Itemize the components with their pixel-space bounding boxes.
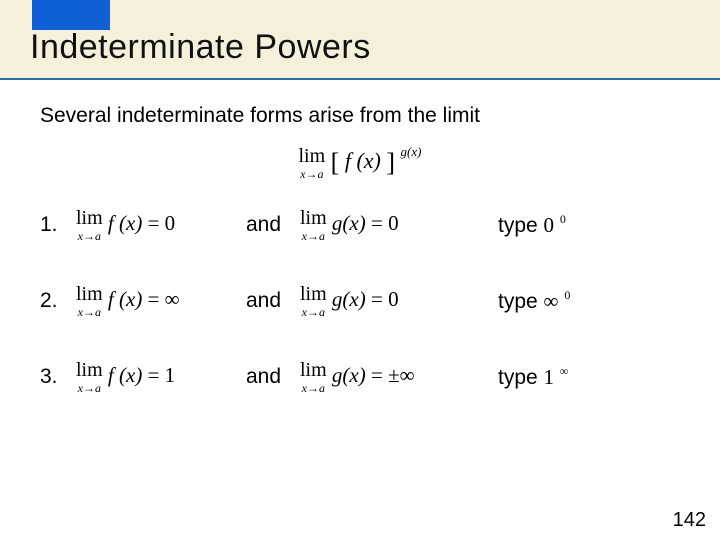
g-expr: g(x) <box>332 211 366 235</box>
content-body: Several indeterminate forms arise from t… <box>0 80 720 394</box>
and-label: and <box>246 289 300 313</box>
type-exp: ∞ <box>560 364 569 378</box>
f-expr: f (x) <box>108 287 142 311</box>
lim-label: lim <box>76 284 103 304</box>
lim-label: lim <box>76 360 103 380</box>
row-number: 2. <box>40 289 76 313</box>
case-row: 1. lim x→a f (x) = 0 and lim x→a g(x) = … <box>40 208 680 242</box>
f-expr: f (x) <box>108 363 142 387</box>
lim-under: x→a <box>299 168 326 180</box>
row-number: 1. <box>40 213 76 237</box>
lim-under: x→a <box>76 230 103 242</box>
g-expr: g(x) <box>332 287 366 311</box>
type-base: 1 <box>544 365 555 389</box>
case-row: 2. lim x→a f (x) = ∞ and lim x→a g(x) = … <box>40 284 680 318</box>
f-eq: = 1 <box>148 363 176 387</box>
right-bracket: ] <box>386 148 395 177</box>
g-expr: g(x) <box>332 363 366 387</box>
type-word: type <box>498 366 544 389</box>
lim-under: x→a <box>76 306 103 318</box>
f-eq: = 0 <box>148 211 176 235</box>
case-row: 3. lim x→a f (x) = 1 and lim x→a g(x) = … <box>40 360 680 394</box>
type-label: type 0 0 <box>498 213 680 238</box>
exponent-gx: g(x) <box>401 144 422 159</box>
f-expr: f (x) <box>108 211 142 235</box>
accent-box <box>32 0 110 30</box>
and-label: and <box>246 365 300 389</box>
type-label: type ∞ 0 <box>498 289 680 314</box>
type-base: ∞ <box>544 289 559 313</box>
lim-label: lim <box>300 284 327 304</box>
type-label: type 1 ∞ <box>498 365 680 390</box>
f-limit: lim x→a f (x) = 1 <box>76 360 246 394</box>
lim-under: x→a <box>76 382 103 394</box>
type-word: type <box>498 290 544 313</box>
g-limit: lim x→a g(x) = 0 <box>300 208 498 242</box>
lim-under: x→a <box>300 382 327 394</box>
main-expression: lim x→a [ f (x) ] g(x) <box>40 146 680 180</box>
page-number: 142 <box>673 509 706 532</box>
lim-label: lim <box>300 360 327 380</box>
type-word: type <box>498 214 544 237</box>
lim-label: lim <box>300 208 327 228</box>
lim-under: x→a <box>300 230 327 242</box>
lim-label: lim <box>76 208 103 228</box>
row-number: 3. <box>40 365 76 389</box>
and-label: and <box>246 213 300 237</box>
lim-under: x→a <box>300 306 327 318</box>
g-eq: = 0 <box>371 287 399 311</box>
intro-text: Several indeterminate forms arise from t… <box>40 104 680 128</box>
slide: Indeterminate Powers Several indetermina… <box>0 0 720 540</box>
g-eq: = 0 <box>371 211 399 235</box>
page-title: Indeterminate Powers <box>30 28 371 67</box>
g-eq: = ±∞ <box>371 363 415 387</box>
fx: f (x) <box>345 148 381 173</box>
f-limit: lim x→a f (x) = ∞ <box>76 284 246 318</box>
g-limit: lim x→a g(x) = ±∞ <box>300 360 498 394</box>
f-eq: = ∞ <box>148 287 180 311</box>
f-limit: lim x→a f (x) = 0 <box>76 208 246 242</box>
title-band: Indeterminate Powers <box>0 0 720 78</box>
type-base: 0 <box>544 213 555 237</box>
left-bracket: [ <box>331 148 340 177</box>
lim-label: lim <box>299 146 326 166</box>
type-exp: 0 <box>560 212 566 226</box>
g-limit: lim x→a g(x) = 0 <box>300 284 498 318</box>
type-exp: 0 <box>564 288 570 302</box>
